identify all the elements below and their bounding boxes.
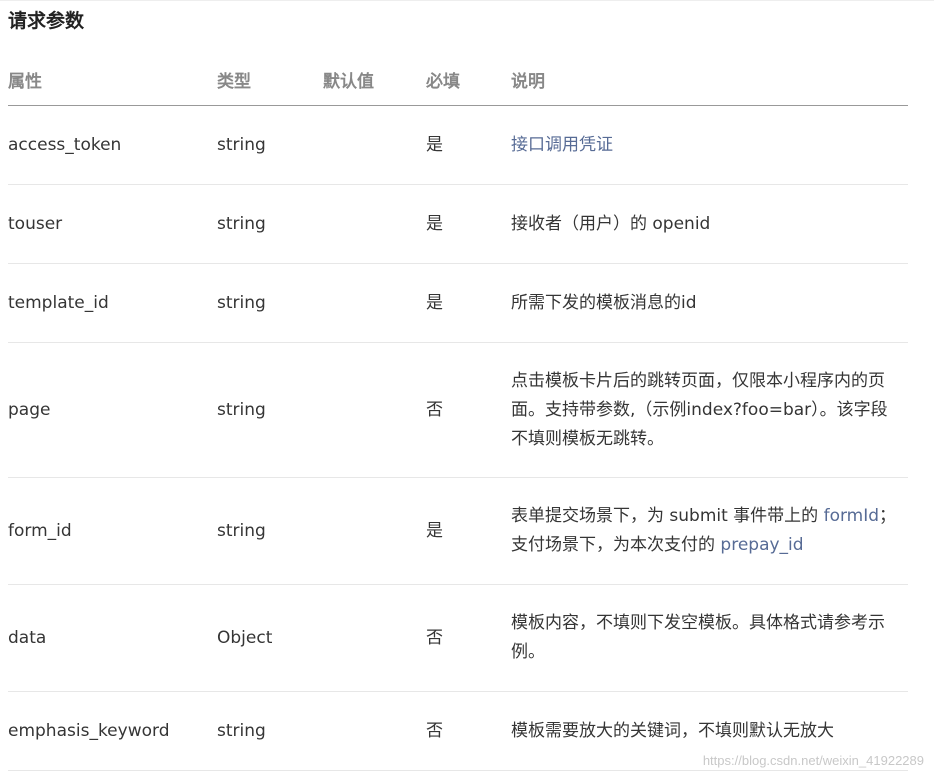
desc-text: 表单提交场景下，为 submit 事件带上的 [511,506,824,526]
param-name: template_id [8,263,217,343]
param-default [323,691,426,771]
param-description: 表单提交场景下，为 submit 事件带上的 formId；支付场景下，为本次支… [511,477,908,585]
table-row: template_id string 是 所需下发的模板消息的id [8,263,908,343]
table-row: form_id string 是 表单提交场景下，为 submit 事件带上的 … [8,477,908,585]
param-type: string [217,184,323,264]
param-default [323,105,426,185]
param-default [323,584,426,692]
param-name: emphasis_keyword [8,691,217,771]
param-required: 否 [426,584,511,692]
param-required: 是 [426,105,511,185]
param-description: 点击模板卡片后的跳转页面，仅限本小程序内的页面。支持带参数,（示例index?f… [511,342,908,478]
param-name: touser [8,184,217,264]
param-description: 模板内容，不填则下发空模板。具体格式请参考示例。 [511,584,908,692]
table-row: access_token string 是 接口调用凭证 [8,105,908,185]
section-title: 请求参数 [8,10,85,32]
param-type: string [217,342,323,478]
param-type: string [217,477,323,585]
request-params-table: 属性 类型 默认值 必填 说明 access_token string 是 接口… [8,54,908,771]
param-required: 否 [426,342,511,478]
header-name: 属性 [8,54,217,106]
param-description: 所需下发的模板消息的id [511,263,908,343]
param-description: 接收者（用户）的 openid [511,184,908,264]
param-type: Object [217,584,323,692]
param-type: string [217,263,323,343]
param-name: data [8,584,217,692]
param-default [323,263,426,343]
header-description: 说明 [511,54,908,106]
header-required: 必填 [426,54,511,106]
param-default [323,477,426,585]
table-row: data Object 否 模板内容，不填则下发空模板。具体格式请参考示例。 [8,584,908,692]
watermark: https://blog.csdn.net/weixin_41922289 [702,753,924,768]
top-divider [0,0,934,1]
param-description: 接口调用凭证 [511,105,908,185]
param-required: 是 [426,477,511,585]
formid-link[interactable]: formId [824,506,879,526]
header-default: 默认值 [323,54,426,106]
param-required: 是 [426,263,511,343]
param-name: form_id [8,477,217,585]
param-type: string [217,691,323,771]
param-type: string [217,105,323,185]
table-row: page string 否 点击模板卡片后的跳转页面，仅限本小程序内的页面。支持… [8,342,908,478]
param-required: 否 [426,691,511,771]
table-header-row: 属性 类型 默认值 必填 说明 [8,54,908,106]
param-name: access_token [8,105,217,185]
header-type: 类型 [217,54,323,106]
table-row: touser string 是 接收者（用户）的 openid [8,184,908,264]
param-default [323,184,426,264]
param-name: page [8,342,217,478]
param-required: 是 [426,184,511,264]
access-token-link[interactable]: 接口调用凭证 [511,135,613,155]
prepay-id-link[interactable]: prepay_id [720,535,803,555]
param-default [323,342,426,478]
